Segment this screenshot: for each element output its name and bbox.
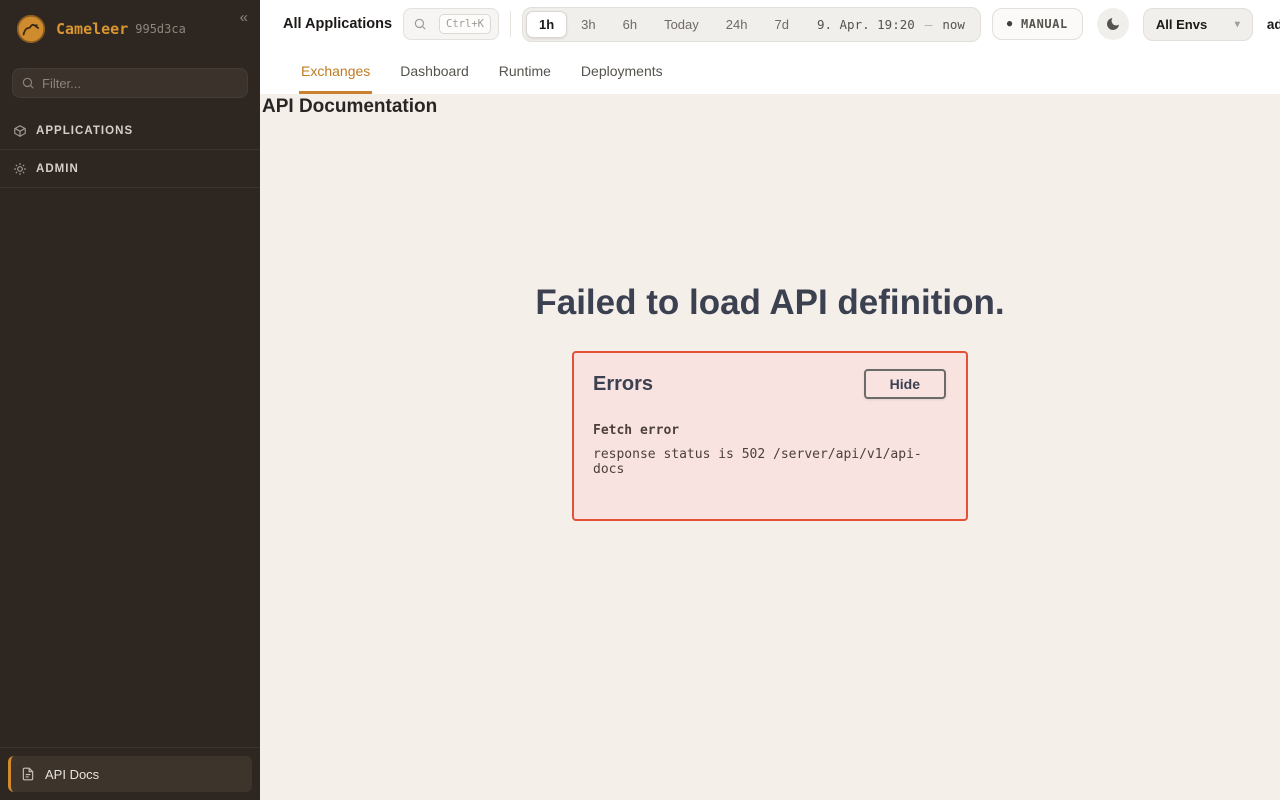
app-name: Cameleer [56,20,128,38]
logo-row: Cameleer 995d3ca « [0,0,260,58]
sidebar-item-label: ADMIN [36,163,79,175]
sidebar-item-api-docs[interactable]: API Docs [8,756,252,792]
content-area: API Documentation Failed to load API def… [260,94,1280,800]
top-header: All Applications Ctrl+K 1h 3h 6h Today 2… [260,0,1280,48]
document-icon [21,767,35,781]
sidebar-item-label: APPLICATIONS [36,125,133,137]
errors-title: Errors [593,373,653,396]
header-title: All Applications [283,16,392,32]
sidebar-filter [12,68,248,98]
sidebar-item-admin[interactable]: ADMIN [0,150,260,188]
sidebar-collapse-icon[interactable]: « [240,9,248,26]
page-tabs: Exchanges Dashboard Runtime Deployments [260,48,1280,94]
time-range-24h[interactable]: 24h [713,11,761,38]
tab-runtime[interactable]: Runtime [497,48,553,94]
main-column: All Applications Ctrl+K 1h 3h 6h Today 2… [260,0,1280,800]
hide-errors-button[interactable]: Hide [864,369,946,399]
time-range-7d[interactable]: 7d [761,11,801,38]
sidebar-spacer [0,188,260,747]
status-dot-icon: ● [1007,20,1013,29]
cube-icon [13,124,27,138]
time-range-1h[interactable]: 1h [526,11,567,38]
manual-label: MANUAL [1021,17,1068,31]
errors-panel: Errors Hide Fetch error response status … [572,351,968,521]
user-menu[interactable]: adm [1267,17,1280,32]
filter-input[interactable] [12,68,248,98]
time-range-today[interactable]: Today [651,11,712,38]
time-range-end: now [942,17,965,32]
search-icon [21,76,35,95]
app-version-hash: 995d3ca [135,22,186,36]
dark-mode-toggle[interactable] [1097,8,1129,40]
chevron-down-icon: ▾ [1235,19,1240,30]
moon-icon [1105,16,1121,32]
swagger-error-section: Failed to load API definition. Errors Hi… [260,282,1280,521]
time-range-start: 9. Apr. 19:20 [817,17,915,32]
time-range-3h[interactable]: 3h [568,11,608,38]
environment-select[interactable]: All Envs ▾ [1143,8,1253,41]
tab-deployments[interactable]: Deployments [579,48,665,94]
error-detail: response status is 502 /server/api/v1/ap… [593,447,946,477]
header-divider [510,11,511,37]
errors-panel-header: Errors Hide [593,369,946,399]
header-right-cluster: ● MANUAL All Envs ▾ adm [992,8,1280,41]
environment-selected-value: All Envs [1156,17,1207,32]
sidebar-item-applications[interactable]: APPLICATIONS [0,112,260,150]
page-title: API Documentation [260,94,1280,118]
time-range-group: 1h 3h 6h Today 24h 7d 9. Apr. 19:20 — no… [522,7,981,42]
gear-icon [13,162,27,176]
sidebar-item-label: API Docs [45,767,99,782]
time-range-6h[interactable]: 6h [610,11,650,38]
error-message: Fetch error response status is 502 /serv… [593,423,946,477]
tab-dashboard[interactable]: Dashboard [398,48,471,94]
search-shortcut-badge: Ctrl+K [439,14,491,34]
sidebar: Cameleer 995d3ca « APPLICATIONS ADMIN [0,0,260,800]
app-root: Cameleer 995d3ca « APPLICATIONS ADMIN [0,0,1280,800]
fail-message: Failed to load API definition. [535,282,1004,324]
sidebar-bottom: API Docs [0,747,260,800]
time-range-display[interactable]: 9. Apr. 19:20 — now [803,17,977,32]
search-icon [413,17,427,31]
manual-refresh-button[interactable]: ● MANUAL [992,8,1083,40]
cameleer-logo-icon [16,14,46,44]
global-search[interactable]: Ctrl+K [403,8,499,40]
error-name: Fetch error [593,423,946,438]
time-range-separator: — [925,17,933,32]
tab-exchanges[interactable]: Exchanges [299,48,372,94]
